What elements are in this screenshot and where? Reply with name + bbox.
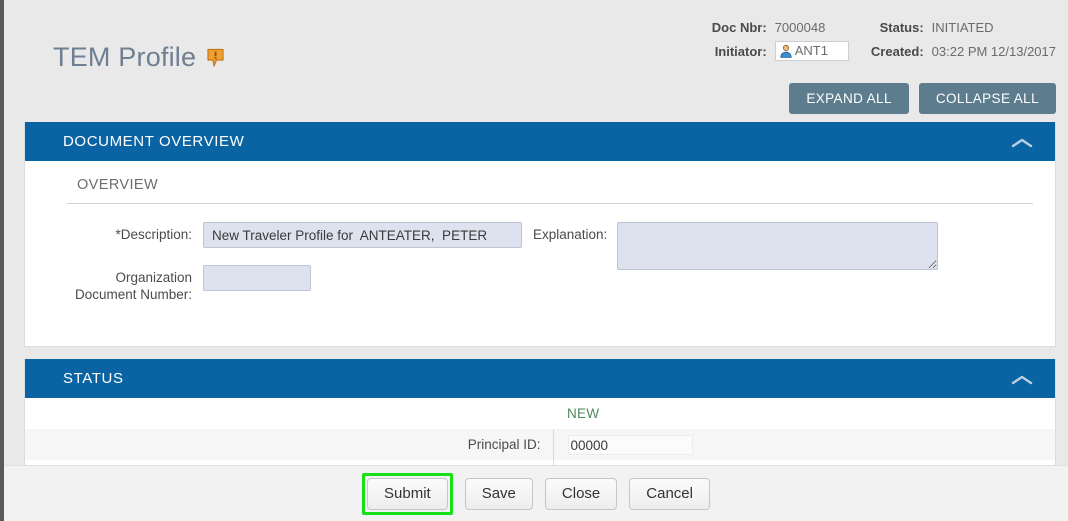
status-new-spacer — [25, 398, 553, 429]
description-input[interactable] — [203, 222, 522, 248]
overview-left-column: *Description: Organization Document Numb… — [25, 222, 533, 320]
status-panel-title: STATUS — [63, 370, 124, 387]
header-button-group: EXPAND ALL COLLAPSE ALL — [789, 83, 1056, 114]
document-overview-body: OVERVIEW *Description: Organization Docu… — [25, 161, 1055, 346]
created-label: Created: — [870, 43, 924, 59]
description-label: *Description: — [115, 227, 192, 242]
close-button[interactable]: Close — [544, 477, 618, 510]
org-doc-number-label-line2: Document Number: — [74, 287, 192, 302]
document-overview-panel-title: DOCUMENT OVERVIEW — [63, 133, 245, 150]
browser-frame-edge — [0, 0, 4, 521]
overview-form: *Description: Organization Document Numb… — [25, 204, 1055, 346]
org-doc-number-label: Organization Document Number: — [25, 265, 203, 303]
explanation-textarea[interactable] — [617, 222, 939, 270]
action-footer: Submit Save Close Cancel — [4, 465, 1068, 521]
doc-nbr-value: 7000048 — [774, 20, 826, 35]
collapse-all-button[interactable]: COLLAPSE ALL — [918, 83, 1056, 114]
tem-profile-page: TEM Profile Doc Nbr: 7000048 Status: INI… — [4, 0, 1068, 521]
callout-help-icon[interactable] — [207, 48, 224, 67]
page-title-row: TEM Profile — [53, 44, 224, 71]
submit-button[interactable]: Submit — [367, 477, 448, 510]
initiator-box[interactable]: ANT1 — [774, 41, 849, 61]
initiator-label: Initiator: — [714, 43, 767, 59]
status-label: Status: — [879, 20, 924, 35]
overview-subsection-title: OVERVIEW — [77, 177, 159, 193]
submit-highlight-annotation: Submit — [362, 472, 453, 515]
status-value: INITIATED — [931, 20, 994, 35]
principal-id-label: Principal ID: — [467, 437, 541, 452]
status-new-row: NEW — [25, 398, 1055, 429]
doc-nbr-label: Doc Nbr: — [711, 20, 767, 35]
initiator-user-id: ANT1 — [794, 43, 828, 58]
status-new-cell: NEW — [553, 398, 1055, 429]
user-avatar-icon — [779, 44, 793, 58]
chevron-up-icon[interactable] — [1011, 373, 1033, 385]
principal-id-value-cell: 00000 — [552, 429, 1055, 460]
org-doc-number-field-row: Organization Document Number: — [25, 265, 533, 303]
document-overview-panel: DOCUMENT OVERVIEW OVERVIEW *Description: — [24, 122, 1056, 347]
document-header: TEM Profile Doc Nbr: 7000048 Status: INI… — [4, 0, 1068, 122]
cancel-button[interactable]: Cancel — [629, 477, 710, 510]
created-value: 03:22 PM 12/13/2017 — [931, 43, 1056, 59]
principal-id-value[interactable]: 00000 — [567, 434, 693, 455]
page-title: TEM Profile — [53, 42, 197, 72]
org-doc-number-label-line1: Organization — [115, 270, 192, 285]
expand-all-button[interactable]: EXPAND ALL — [789, 83, 909, 114]
document-overview-panel-header[interactable]: DOCUMENT OVERVIEW — [25, 122, 1055, 161]
status-badge: NEW — [567, 406, 600, 421]
table-row: Principal ID: 00000 — [25, 429, 1055, 460]
document-info-grid: Doc Nbr: 7000048 Status: INITIATED Initi… — [712, 20, 1056, 61]
save-button[interactable]: Save — [464, 477, 533, 510]
overview-right-column: Explanation: — [533, 222, 1055, 270]
org-doc-number-input[interactable] — [203, 265, 311, 291]
status-panel-header[interactable]: STATUS — [25, 359, 1055, 398]
initiator-value-wrap: ANT1 — [774, 41, 863, 61]
chevron-up-icon[interactable] — [1011, 136, 1033, 148]
explanation-label: Explanation: — [533, 227, 608, 242]
description-field-row: *Description: — [25, 222, 533, 248]
